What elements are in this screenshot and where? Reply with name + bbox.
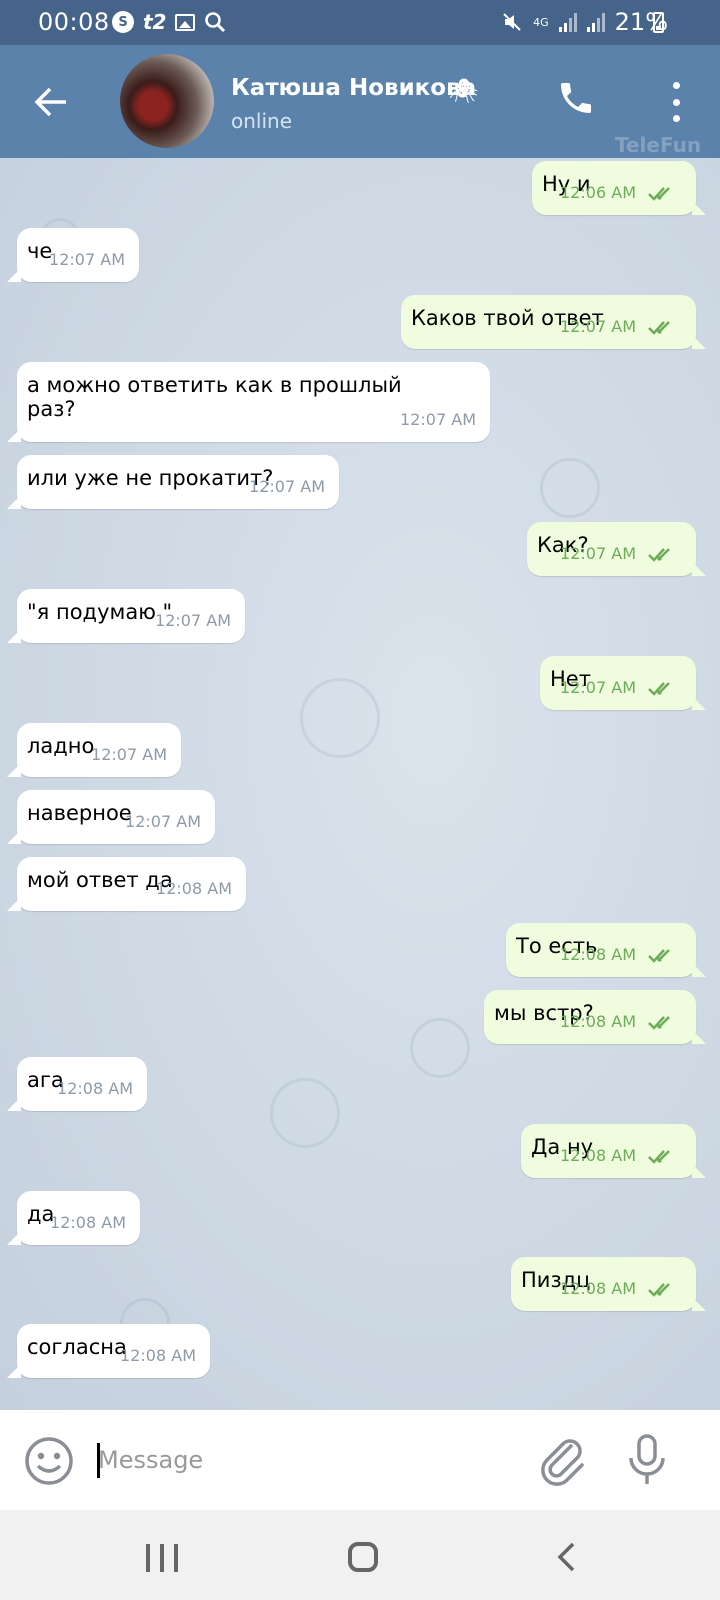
incoming-message[interactable]: че 12:07 AM [7, 228, 139, 282]
chat-header: Катюша Новикова 🕷 online TeleFun [0, 45, 720, 158]
message-time: 12:07 AM [400, 410, 476, 429]
phone-icon [561, 83, 591, 113]
contact-status: online [231, 109, 293, 133]
voice-message-button[interactable] [625, 1432, 669, 1488]
double-check-icon [648, 1283, 670, 1297]
message-text: а можно ответить как в прошлый раз? [27, 373, 402, 421]
back-button[interactable] [30, 81, 72, 123]
image-icon [175, 13, 196, 31]
signal-icon [558, 12, 577, 32]
microphone-icon [629, 1434, 665, 1484]
message-text: или уже не прокатит? [27, 466, 274, 490]
message-time: 12:07 AM [560, 678, 636, 697]
double-check-icon [648, 321, 670, 335]
incoming-message[interactable]: да 12:08 AM [7, 1191, 140, 1245]
spider-icon: 🕷 [448, 77, 479, 105]
message-list[interactable]: Ну и 12:06 AM че 12:07 AM Каков твой ответ 12… [0, 158, 720, 1410]
status-bar: 00:08 S t2 4G 21% [0, 0, 720, 45]
dot [672, 82, 680, 89]
incoming-message[interactable]: "я подумаю " 12:07 AM [7, 589, 245, 643]
home-button[interactable] [348, 1542, 378, 1572]
incoming-message[interactable]: мой ответ да 12:08 AM [7, 857, 246, 911]
double-check-icon [648, 187, 670, 201]
outgoing-message[interactable]: То есть 12:08 AM [506, 923, 706, 977]
incoming-message[interactable]: ладно 12:07 AM [7, 723, 181, 777]
double-check-icon [648, 682, 670, 696]
message-time: 12:08 AM [156, 879, 232, 898]
system-navigation-bar [0, 1510, 720, 1600]
t2-icon: t2 [143, 10, 167, 34]
status-notification-icons: S t2 [112, 10, 226, 34]
paperclip-icon [541, 1439, 584, 1486]
message-composer [0, 1410, 720, 1510]
avatar[interactable] [120, 54, 214, 148]
double-check-icon [648, 1150, 670, 1164]
message-time: 12:07 AM [560, 544, 636, 563]
attach-button[interactable] [538, 1434, 588, 1486]
message-time: 12:08 AM [560, 945, 636, 964]
emoji-button[interactable] [24, 1436, 74, 1486]
message-time: 12:07 AM [560, 317, 636, 336]
outgoing-message[interactable]: Нет 12:07 AM [540, 656, 706, 710]
system-back-button[interactable] [555, 1542, 579, 1572]
incoming-message[interactable]: наверное 12:07 AM [7, 790, 215, 844]
message-text: наверное [27, 801, 132, 825]
message-text: мой ответ да [27, 868, 173, 892]
message-time: 12:07 AM [249, 477, 325, 496]
double-check-icon [648, 949, 670, 963]
message-input[interactable] [98, 1438, 498, 1482]
background-doodle [540, 458, 600, 518]
status-time: 00:08 [38, 8, 110, 36]
dot [672, 98, 680, 106]
recent-apps-button[interactable] [146, 1544, 178, 1572]
message-text: согласна [27, 1335, 127, 1359]
more-options-button[interactable] [666, 82, 686, 122]
message-time: 12:08 AM [560, 1012, 636, 1031]
message-time: 12:08 AM [560, 1146, 636, 1165]
status-system-icons: 4G 21% [501, 8, 668, 36]
message-text: ладно [27, 734, 95, 758]
outgoing-message[interactable]: Пиздц 12:08 AM [511, 1257, 706, 1311]
message-time: 12:08 AM [57, 1079, 133, 1098]
contact-name[interactable]: Катюша Новикова [231, 75, 476, 101]
battery-icon [653, 12, 664, 33]
background-doodle [410, 1018, 470, 1078]
message-time: 12:07 AM [91, 745, 167, 764]
watermark: TeleFun [615, 133, 702, 157]
message-time: 12:06 AM [560, 183, 636, 202]
incoming-message[interactable]: согласна 12:08 AM [7, 1324, 210, 1378]
chevron-left-icon [557, 1542, 575, 1572]
background-doodle [300, 678, 380, 758]
outgoing-message[interactable]: мы встр? 12:08 AM [484, 990, 706, 1044]
arrow-left-icon [34, 87, 66, 117]
incoming-message[interactable]: ага 12:08 AM [7, 1057, 147, 1111]
background-doodle [270, 1078, 340, 1148]
message-time: 12:07 AM [155, 611, 231, 630]
double-check-icon [648, 548, 670, 562]
incoming-message[interactable]: а можно ответить как в прошлый раз? 12:07… [7, 362, 490, 442]
message-time: 12:08 AM [560, 1279, 636, 1298]
outgoing-message[interactable]: Как? 12:07 AM [527, 522, 706, 576]
network-type: 4G [533, 15, 549, 29]
dot [672, 115, 680, 122]
signal-icon-2 [586, 12, 605, 32]
shazam-icon: S [112, 11, 134, 33]
incoming-message[interactable]: или уже не прокатит? 12:07 AM [7, 455, 339, 509]
message-time: 12:08 AM [50, 1213, 126, 1232]
smiley-icon [25, 1437, 73, 1485]
outgoing-message[interactable]: Ну и 12:06 AM [532, 161, 706, 215]
message-time: 12:07 AM [49, 250, 125, 269]
message-time: 12:08 AM [120, 1346, 196, 1365]
outgoing-message[interactable]: Каков твой ответ 12:07 AM [401, 295, 706, 349]
bar [146, 1544, 150, 1572]
search-icon [205, 12, 226, 33]
outgoing-message[interactable]: Да ну 12:08 AM [521, 1124, 706, 1178]
message-text: "я подумаю " [27, 600, 173, 624]
bar [160, 1544, 164, 1572]
call-button[interactable] [556, 78, 600, 122]
double-check-icon [648, 1016, 670, 1030]
bar [174, 1544, 178, 1572]
mute-icon [503, 13, 521, 31]
message-time: 12:07 AM [125, 812, 201, 831]
